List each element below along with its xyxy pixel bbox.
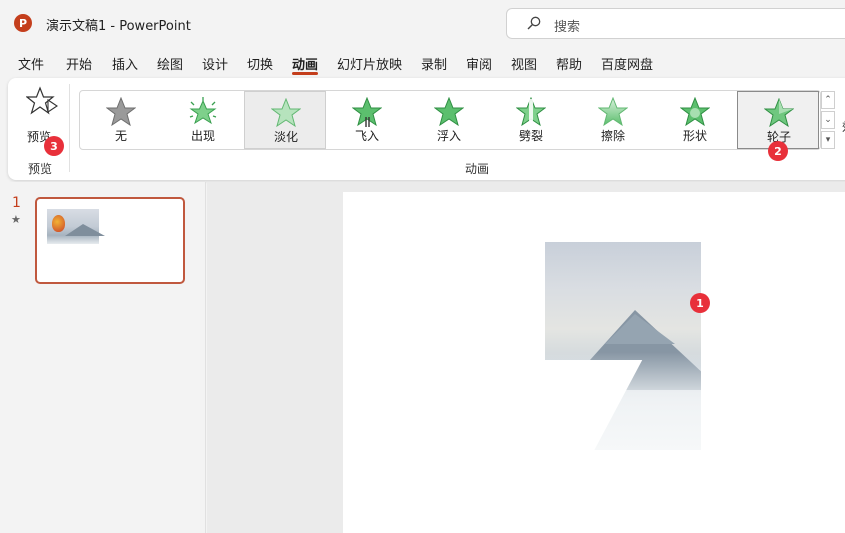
slide-canvas[interactable] <box>343 192 845 533</box>
ribbon-panel: 预览 ▼ 预览 无 出现 淡化 飞入 浮入 劈裂 <box>8 78 845 180</box>
animation-float-in[interactable]: 浮入 <box>408 91 490 149</box>
star-gray-icon <box>106 97 136 127</box>
animation-appear[interactable]: 出现 <box>162 91 244 149</box>
slide-picture[interactable] <box>545 242 701 450</box>
search-input[interactable]: 搜索 <box>506 8 845 39</box>
star-burst-icon <box>189 97 217 125</box>
badge-picture: 1 <box>690 293 710 313</box>
tab-baidu-netdisk[interactable]: 百度网盘 <box>601 54 653 73</box>
animation-marker-icon: ★ <box>11 213 21 226</box>
animation-shape[interactable]: 形状 <box>654 91 736 149</box>
tab-record[interactable]: 录制 <box>421 54 447 73</box>
gallery-scroll: ⌃ ⌄ ▾ <box>821 91 835 149</box>
animation-fade[interactable]: 淡化 <box>244 91 326 149</box>
animation-label: 劈裂 <box>518 129 543 143</box>
animation-label: 淡化 <box>273 130 298 144</box>
search-icon <box>527 16 541 30</box>
gallery-up-button[interactable]: ⌃ <box>821 91 835 109</box>
search-placeholder: 搜索 <box>554 20 581 35</box>
slide-editing-area <box>207 182 845 533</box>
animation-label: 飞入 <box>354 129 379 143</box>
tab-help[interactable]: 帮助 <box>556 54 582 73</box>
group-divider <box>69 84 70 172</box>
gallery-more-button[interactable]: ▾ <box>821 131 835 149</box>
gallery-down-button[interactable]: ⌄ <box>821 111 835 129</box>
preview-group-label: 预览 <box>28 162 53 176</box>
mountain-shape <box>605 314 675 344</box>
star-split-icon <box>516 97 546 127</box>
tab-transitions[interactable]: 切换 <box>247 54 273 73</box>
title-bar: P 演示文稿1 - PowerPoint 搜索 <box>0 0 845 46</box>
animation-wipe[interactable]: 擦除 <box>572 91 654 149</box>
star-shape-icon <box>680 97 710 127</box>
mountain-icon <box>65 224 105 236</box>
star-float-in-icon <box>434 97 464 127</box>
tab-insert[interactable]: 插入 <box>112 54 138 73</box>
preview-star-icon <box>26 86 58 115</box>
powerpoint-app-icon: P <box>14 14 32 32</box>
active-tab-indicator <box>292 72 318 75</box>
animation-label: 擦除 <box>600 129 625 143</box>
badge-wheel: 2 <box>768 141 788 161</box>
tab-home[interactable]: 开始 <box>66 54 92 73</box>
star-fade-icon <box>271 98 301 128</box>
tab-animations[interactable]: 动画 <box>292 54 318 73</box>
slide-number: 1 <box>12 195 21 211</box>
animations-group-label: 动画 <box>465 162 490 176</box>
star-fly-in-icon <box>352 97 382 127</box>
thumbnail-picture <box>47 209 105 244</box>
animation-label: 浮入 <box>436 129 461 143</box>
tab-draw[interactable]: 绘图 <box>157 54 183 73</box>
ribbon-tabs: 文件 开始 插入 绘图 设计 切换 动画 幻灯片放映 录制 审阅 视图 帮助 百… <box>0 50 845 78</box>
window-title: 演示文稿1 - PowerPoint <box>46 19 191 34</box>
animation-gallery: 无 出现 淡化 飞入 浮入 劈裂 擦除 形状 轮子 <box>79 90 821 150</box>
tab-file[interactable]: 文件 <box>18 54 44 73</box>
animation-label: 形状 <box>682 129 707 143</box>
animation-label: 无 <box>114 129 127 143</box>
hot-air-balloon-icon <box>52 215 65 232</box>
tab-view[interactable]: 视图 <box>511 54 537 73</box>
animation-label: 出现 <box>190 129 215 143</box>
badge-preview: 3 <box>44 136 64 156</box>
slide-thumbnail[interactable] <box>35 197 185 284</box>
tab-review[interactable]: 审阅 <box>466 54 492 73</box>
animation-fly-in[interactable]: 飞入 <box>326 91 408 149</box>
animation-none[interactable]: 无 <box>80 91 162 149</box>
tab-slideshow[interactable]: 幻灯片放映 <box>337 54 402 73</box>
animation-split[interactable]: 劈裂 <box>490 91 572 149</box>
star-wheel-icon <box>764 98 794 128</box>
star-wipe-icon <box>598 97 628 127</box>
tab-design[interactable]: 设计 <box>202 54 228 73</box>
slide-thumbnail-pane: 1 ★ <box>0 182 206 533</box>
